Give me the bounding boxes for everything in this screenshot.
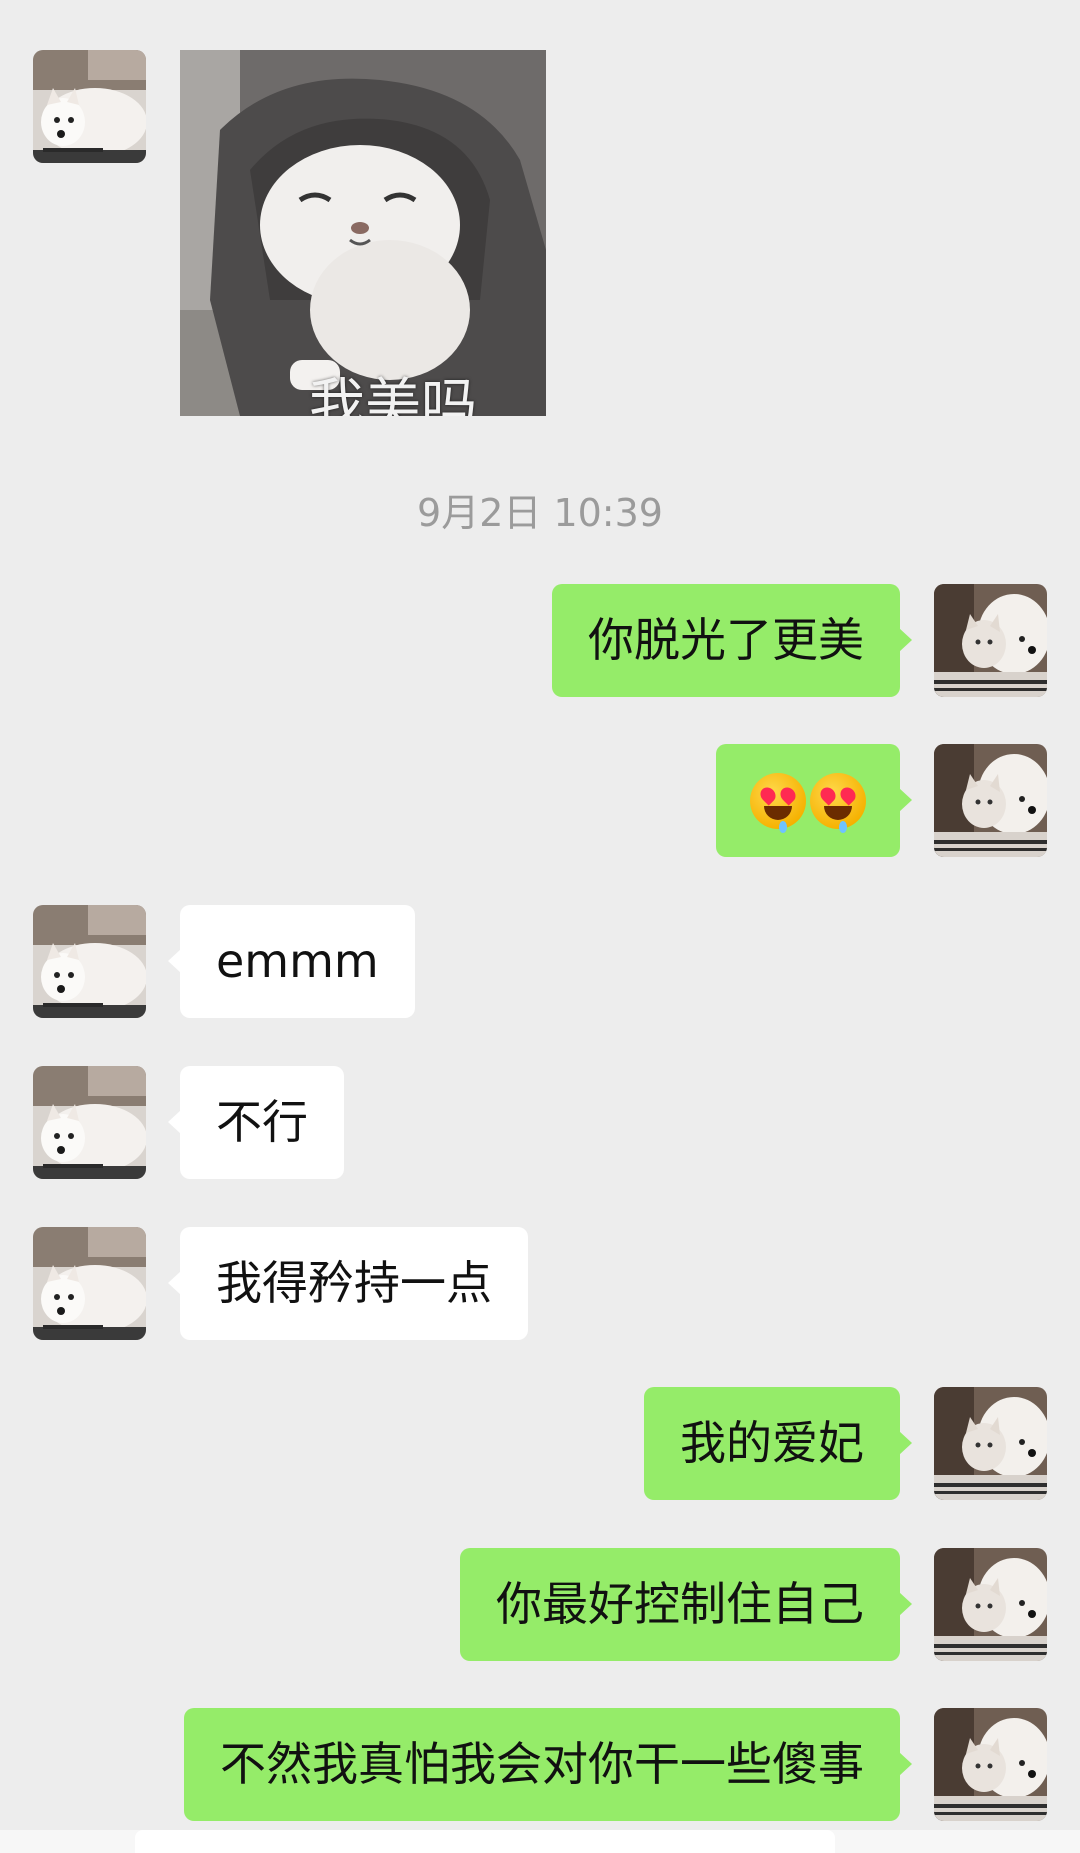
cat-and-dog-avatar-icon	[934, 1387, 1047, 1500]
chat-area[interactable]: 我美吗 9月2日 10:39 你脱光了更美 emmm 不行 我得矜持一点 我的爱…	[0, 0, 1080, 1853]
message-input[interactable]	[135, 1830, 835, 1853]
contact-avatar[interactable]	[33, 1066, 146, 1179]
heart-eyes-drooling-emoji-icon	[750, 772, 806, 833]
message-text: 不然我真怕我会对你干一些傻事	[220, 1737, 864, 1791]
outgoing-message-bubble[interactable]: 你最好控制住自己	[460, 1548, 912, 1661]
message-text: 你脱光了更美	[588, 613, 864, 667]
outgoing-message-bubble[interactable]: 你脱光了更美	[552, 584, 912, 697]
samoyed-dog-avatar-icon	[33, 905, 146, 1018]
message-text: 不行	[216, 1095, 308, 1149]
incoming-message-bubble[interactable]: 我得矜持一点	[168, 1227, 528, 1340]
cat-and-dog-avatar-icon	[934, 1708, 1047, 1821]
message-text: emmm	[216, 934, 379, 988]
message-text: 我得矜持一点	[216, 1256, 492, 1310]
incoming-message-bubble[interactable]: 不行	[168, 1066, 344, 1179]
my-avatar[interactable]	[934, 1387, 1047, 1500]
my-avatar[interactable]	[934, 1708, 1047, 1821]
outgoing-emoji-bubble[interactable]	[716, 744, 912, 857]
outgoing-message-bubble[interactable]: 我的爱妃	[644, 1387, 912, 1500]
cat-and-dog-avatar-icon	[934, 744, 1047, 857]
sticker-caption: 我美吗	[309, 373, 477, 416]
cat-and-dog-avatar-icon	[934, 1548, 1047, 1661]
my-avatar[interactable]	[934, 744, 1047, 857]
message-timestamp: 9月2日 10:39	[417, 491, 663, 535]
incoming-message-bubble[interactable]: emmm	[168, 905, 415, 1018]
my-avatar[interactable]	[934, 584, 1047, 697]
contact-avatar[interactable]	[33, 905, 146, 1018]
contact-avatar[interactable]	[33, 1227, 146, 1340]
input-bar	[0, 1830, 1080, 1853]
samoyed-dog-avatar-icon	[33, 50, 146, 163]
samoyed-dog-avatar-icon	[33, 1066, 146, 1179]
heart-eyes-drooling-emoji-icon	[810, 772, 866, 833]
cat-sticker-message[interactable]: 我美吗	[180, 50, 546, 416]
message-text: 你最好控制住自己	[496, 1577, 864, 1631]
my-avatar[interactable]	[934, 1548, 1047, 1661]
cat-and-dog-avatar-icon	[934, 584, 1047, 697]
contact-avatar[interactable]	[33, 50, 146, 163]
message-text: 我的爱妃	[680, 1416, 864, 1470]
emoji-group	[750, 772, 866, 833]
samoyed-dog-avatar-icon	[33, 1227, 146, 1340]
outgoing-message-bubble[interactable]: 不然我真怕我会对你干一些傻事	[184, 1708, 912, 1821]
